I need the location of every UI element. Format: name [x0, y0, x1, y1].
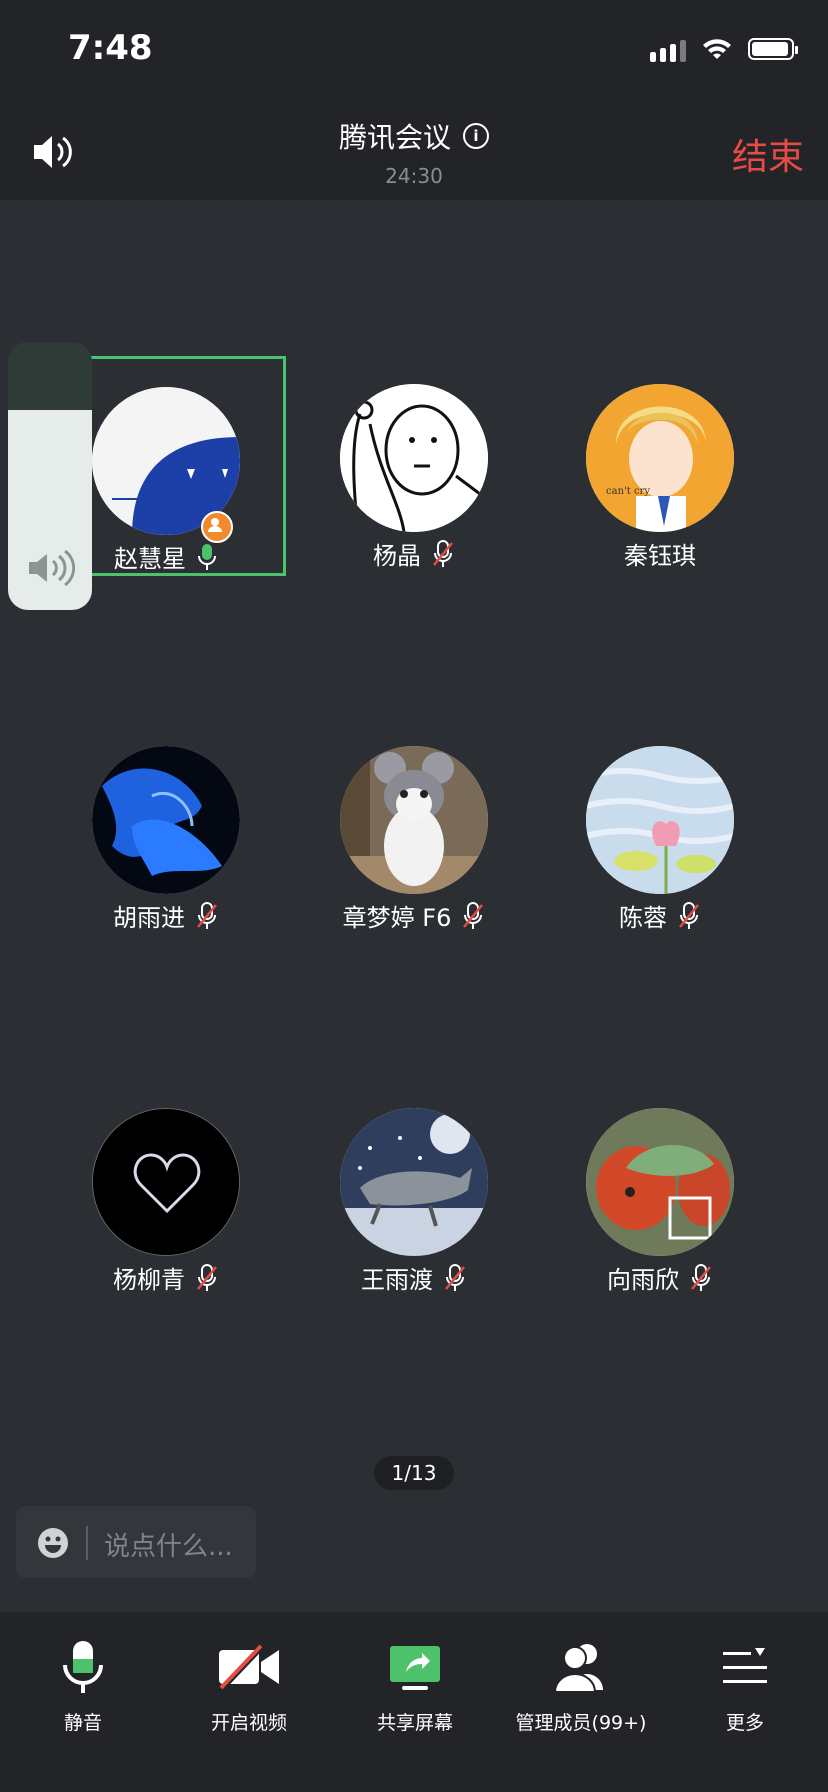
participant-name: 秦钰琪	[624, 542, 696, 570]
participant-name: 杨柳青	[113, 1266, 185, 1294]
meeting-screen: 7:48 腾讯会议 i 24:30 结束 赵慧星 杨晶 can't cry 秦钰…	[0, 0, 828, 1792]
status-icons	[650, 36, 798, 62]
mic-on-icon	[198, 543, 216, 570]
start-video-label: 开启视频	[210, 1712, 287, 1734]
mute-label: 静音	[63, 1712, 102, 1734]
avatar	[92, 746, 240, 894]
status-time: 7:48	[68, 28, 153, 68]
avatar	[92, 1108, 240, 1256]
avatar	[586, 746, 734, 894]
avatar	[340, 746, 488, 894]
meeting-title[interactable]: 腾讯会议 i	[339, 116, 489, 156]
emoji-icon[interactable]	[36, 1526, 70, 1560]
participant-name-row: 杨晶	[294, 536, 534, 571]
mic-muted-icon	[679, 901, 699, 929]
mic-muted-icon	[691, 1263, 711, 1291]
manage-members-button[interactable]: 管理成员(99+)	[498, 1632, 664, 1735]
mic-muted-icon	[197, 901, 217, 929]
participant-tile[interactable]: 杨晶	[294, 356, 534, 576]
participant-name: 赵慧星	[114, 545, 186, 573]
participant-tile[interactable]: can't cry 秦钰琪	[540, 356, 780, 576]
page-indicator: 1/13	[374, 1456, 454, 1490]
start-video-button[interactable]: 开启视频	[166, 1632, 332, 1735]
meeting-title-text: 腾讯会议	[338, 121, 451, 154]
participant-tile[interactable]: 杨柳青	[46, 1080, 286, 1300]
info-icon[interactable]: i	[463, 123, 489, 149]
avatar: can't cry	[586, 384, 734, 532]
volume-slider[interactable]	[8, 342, 92, 610]
participant-name: 胡雨进	[113, 904, 185, 932]
svg-text:can't cry: can't cry	[606, 486, 650, 497]
participant-name: 杨晶	[373, 542, 421, 570]
more-menu-icon	[723, 1648, 767, 1683]
participant-name-row: 杨柳青	[46, 1260, 286, 1295]
meeting-title-block: 腾讯会议 i 24:30	[0, 116, 828, 188]
share-screen-label: 共享屏幕	[376, 1712, 453, 1734]
participant-name: 陈蓉	[619, 904, 667, 932]
participant-tile[interactable]: 胡雨进	[46, 718, 286, 938]
mic-muted-icon	[433, 539, 453, 567]
participant-tile[interactable]: 陈蓉	[540, 718, 780, 938]
battery-icon	[748, 38, 798, 60]
end-meeting-button[interactable]: 结束	[732, 128, 804, 180]
top-bar: 7:48 腾讯会议 i 24:30 结束	[0, 0, 828, 200]
mic-muted-icon	[197, 1263, 217, 1291]
share-screen-button[interactable]: 共享屏幕	[332, 1632, 498, 1735]
chat-input[interactable]: 说点什么...	[16, 1506, 256, 1578]
participant-name-row: 章梦婷 F6	[294, 898, 534, 933]
participant-name-row: 向雨欣	[540, 1260, 780, 1295]
share-screen-icon	[390, 1646, 440, 1690]
mute-button[interactable]: 静音	[0, 1632, 166, 1735]
manage-members-label: 管理成员(99+)	[515, 1712, 647, 1734]
avatar	[340, 384, 488, 532]
participant-name-row: 王雨渡	[294, 1260, 534, 1295]
wifi-icon	[703, 39, 731, 59]
more-label: 更多	[725, 1712, 764, 1734]
participant-name: 章梦婷 F6	[342, 904, 452, 932]
participant-tile[interactable]: 章梦婷 F6	[294, 718, 534, 938]
avatar	[586, 1108, 734, 1256]
avatar	[340, 1108, 488, 1256]
participant-tile[interactable]: 王雨渡	[294, 1080, 534, 1300]
video-off-icon	[219, 1644, 279, 1690]
meeting-duration: 24:30	[385, 164, 443, 188]
participant-tile[interactable]: 向雨欣	[540, 1080, 780, 1300]
participant-name: 王雨渡	[361, 1266, 433, 1294]
microphone-icon	[63, 1641, 103, 1693]
members-icon	[553, 1644, 603, 1692]
participant-name-row: 陈蓉	[540, 898, 780, 933]
participant-name-row: 秦钰琪	[540, 536, 780, 571]
participant-name: 向雨欣	[607, 1266, 679, 1294]
bottom-toolbar: 静音 开启视频 共享屏幕 管理成员(99+) 更多	[0, 1612, 828, 1792]
volume-icon	[29, 549, 75, 587]
participant-name-row: 胡雨进	[46, 898, 286, 933]
mic-muted-icon	[463, 901, 484, 929]
chat-placeholder: 说点什么...	[104, 1532, 233, 1562]
mic-muted-icon	[445, 1263, 465, 1291]
divider	[86, 1526, 88, 1560]
cellular-signal-icon	[650, 36, 686, 62]
more-button[interactable]: 更多	[662, 1632, 828, 1735]
